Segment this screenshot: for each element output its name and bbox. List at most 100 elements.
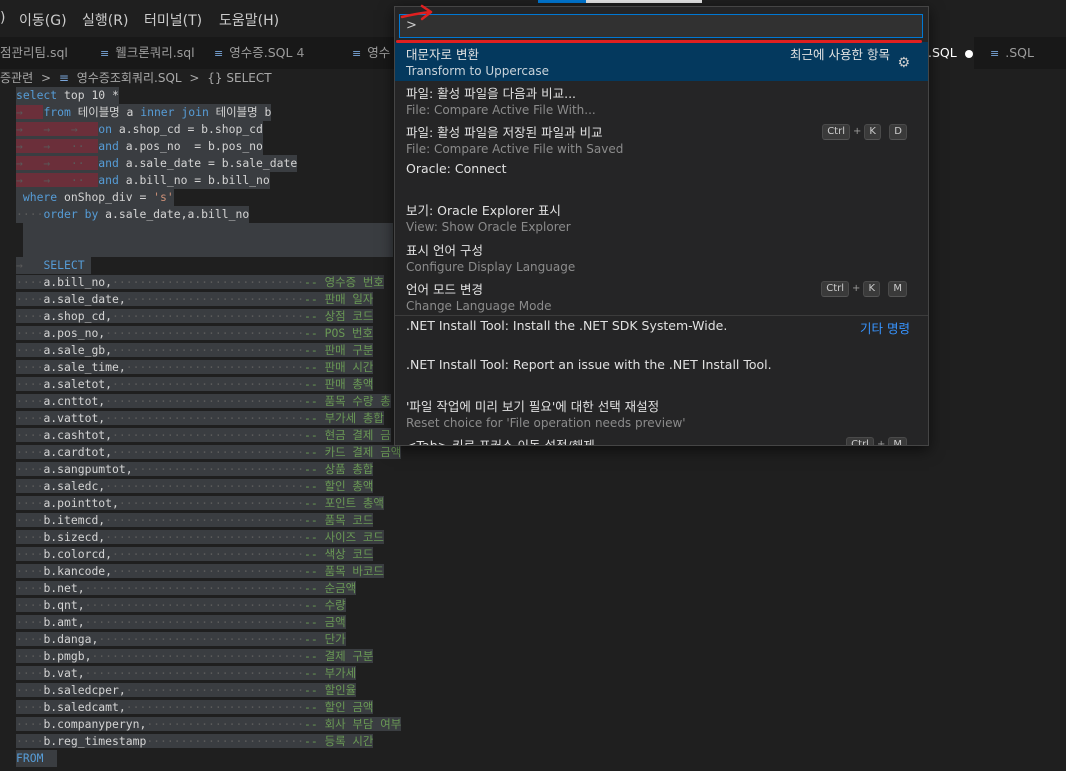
command-item[interactable]: Oracle: Connect: [395, 159, 928, 198]
code-keyword: order by: [43, 207, 99, 221]
column-name: b.reg_timestamp: [43, 734, 147, 748]
column-line: ····b.reg_timestamp·····················…: [16, 734, 374, 748]
breadcrumb-file[interactable]: 영수증조회쿼리.SQL: [77, 71, 182, 85]
code-line: FROM: [16, 750, 58, 767]
command-label: Oracle: Connect: [406, 161, 507, 176]
tab-file-3[interactable]: ≡ 영수증.SQL 4: [214, 37, 304, 69]
column-comment: -- 순금액: [304, 581, 357, 595]
column-line: ····b.danga,····························…: [16, 632, 346, 646]
column-name: a.vattot,: [43, 411, 106, 425]
column-comment: -- 판매 총액: [304, 377, 374, 391]
code-line: → → ·· and a.sale_date = b.sale_date: [16, 155, 298, 172]
code-text: 테이블명 a: [70, 105, 141, 119]
keybinding: Ctrl + M: [845, 437, 908, 445]
column-name: a.pos_no,: [43, 326, 106, 340]
tab-file-4[interactable]: ≡ 영수: [352, 37, 390, 69]
tab-file-1[interactable]: 점관리팀.sql: [0, 37, 68, 69]
title-bar-segment: [586, 0, 702, 3]
command-label: 언어 모드 변경: [406, 282, 483, 297]
column-comment: -- 카드 결제 금액: [304, 445, 402, 459]
command-item[interactable]: 파일: 활성 파일을 다음과 비교... File: Compare Active…: [395, 81, 928, 120]
command-detail: Configure Display Language: [406, 260, 576, 274]
code-text: a.pos_no = b.pos_no: [118, 139, 263, 153]
column-name: b.danga,: [43, 632, 99, 646]
column-line: ····b.saledcamt,························…: [16, 700, 374, 714]
column-line: ····b.pmgb,·····························…: [16, 649, 374, 663]
key-cap: M: [888, 437, 907, 445]
column-comment: -- 단가: [304, 632, 346, 646]
column-line: ····b.companyperyn,·····················…: [16, 717, 402, 731]
command-item[interactable]: .NET Install Tool: Install the .NET SDK …: [395, 316, 928, 355]
breadcrumb-symbol[interactable]: {} SELECT: [207, 71, 271, 85]
column-line: ····a.shop_cd,··························…: [16, 309, 374, 323]
code-text: *: [105, 88, 119, 102]
code-line: → from 테이블명 a inner join 테이블명 b: [16, 104, 272, 121]
code-line: where onShop_div = 's': [16, 189, 174, 206]
command-item[interactable]: .NET Install Tool: Report an issue with …: [395, 355, 928, 394]
tab-label: 영수증.SQL: [229, 45, 293, 60]
code-text: 테이블명 b: [208, 105, 272, 119]
file-icon: ≡: [352, 47, 362, 60]
command-detail: File: Compare Active File With...: [406, 103, 596, 117]
red-annotation-arrow-icon: [400, 4, 433, 21]
command-detail: View: Show Oracle Explorer: [406, 220, 571, 234]
command-item[interactable]: 표시 언어 구성 Configure Display Language: [395, 238, 928, 277]
command-detail: Reset choice for 'File operation needs p…: [406, 416, 686, 430]
column-name: a.shop_cd,: [43, 309, 113, 323]
column-line: ····a.bill_no,··························…: [16, 275, 384, 289]
command-item[interactable]: '파일 작업에 미리 보기 필요'에 대한 선택 재설정 Reset choice…: [395, 394, 928, 433]
column-line: ····b.vat,······························…: [16, 666, 357, 680]
code-keyword: select: [16, 88, 58, 102]
breadcrumb-folder[interactable]: 증관련: [0, 71, 33, 85]
column-line: ····a.cnttot,···························…: [16, 394, 391, 408]
command-label: 표시 언어 구성: [406, 243, 483, 258]
menu-run[interactable]: 실행(R): [82, 10, 128, 30]
menu-terminal[interactable]: 터미널(T): [144, 10, 202, 30]
column-name: a.sale_gb,: [43, 343, 113, 357]
key-cap: M: [888, 281, 907, 297]
command-label: .NET Install Tool: Report an issue with …: [406, 357, 772, 372]
column-comment: -- 색상 코드: [304, 547, 374, 561]
column-comment: -- 품목 바코드: [304, 564, 384, 578]
menu-item-partial[interactable]: ): [0, 10, 5, 26]
menu-go[interactable]: 이동(G): [19, 10, 67, 30]
key-cap: Ctrl: [821, 281, 850, 297]
column-name: a.pointtot,: [43, 496, 119, 510]
command-item[interactable]: <Tab> 키로 포커스 이동 설정/해제Toggle Tab Key Move…: [395, 433, 928, 446]
key-cap: K: [863, 281, 880, 297]
key-cap: K: [864, 124, 881, 140]
file-icon: ≡: [58, 71, 69, 85]
tab-file-active[interactable]: .SQL: [928, 37, 974, 69]
tab-file-2[interactable]: ≡ 웰크론쿼리.sql: [100, 37, 195, 69]
column-name: a.sangpumtot,: [43, 462, 133, 476]
red-annotation-underline: [396, 40, 922, 43]
command-item[interactable]: 대문자로 변환 Transform to Uppercase 최근에 사용한 항목 ⚙: [395, 42, 928, 81]
gear-icon[interactable]: ⚙: [897, 55, 910, 71]
tab-label: .SQL: [928, 45, 957, 60]
column-line: ····a.sale_date,························…: [16, 292, 374, 306]
key-cap: Ctrl: [822, 124, 850, 140]
column-comment: -- 상점 코드: [304, 309, 374, 323]
command-label: <Tab> 키로 포커스 이동 설정/해제: [406, 438, 595, 446]
code-string: 's': [153, 190, 174, 204]
column-comment: -- 부가세: [304, 666, 357, 680]
column-name: b.qnt,: [43, 598, 85, 612]
column-name: b.companyperyn,: [43, 717, 147, 731]
column-name: a.bill_no,: [43, 275, 113, 289]
command-item[interactable]: 언어 모드 변경 Change Language Mode Ctrl + K M: [395, 277, 928, 316]
command-label: 파일: 활성 파일을 다음과 비교...: [406, 86, 577, 101]
command-label: .NET Install Tool: Install the .NET SDK …: [406, 318, 728, 333]
breadcrumb-separator: >: [40, 71, 52, 85]
unsaved-dot-icon[interactable]: [964, 49, 973, 58]
code-line: → → → on a.shop_cd = b.shop_cd: [16, 121, 263, 138]
file-icon: ≡: [990, 47, 1000, 60]
column-line: ····a.cashtot,··························…: [16, 428, 391, 442]
command-item[interactable]: 보기: Oracle Explorer 표시 View: Show Oracle …: [395, 198, 928, 237]
code-keyword: on: [98, 122, 113, 136]
menu-help[interactable]: 도움말(H): [219, 10, 279, 30]
column-name: a.cnttot,: [43, 394, 106, 408]
tab-file-6[interactable]: ≡ .SQL: [990, 37, 1034, 69]
column-comment: -- 회사 부담 여부: [304, 717, 402, 731]
command-palette-input[interactable]: >: [399, 14, 923, 38]
command-item[interactable]: 파일: 활성 파일을 저장된 파일과 비교 File: Compare Activ…: [395, 120, 928, 159]
